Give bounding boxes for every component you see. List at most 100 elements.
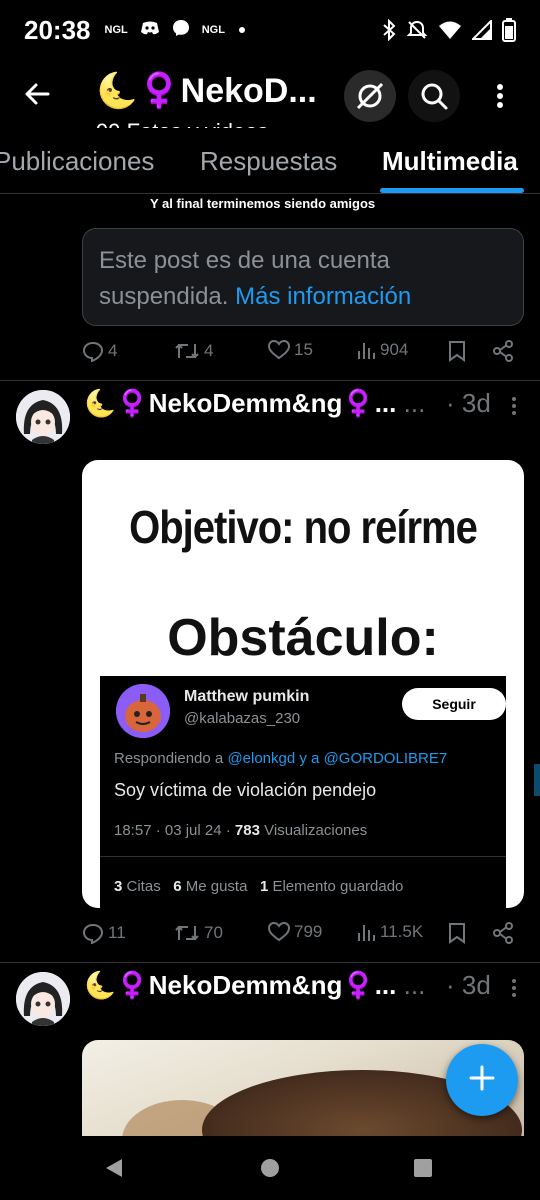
reply-button[interactable]: 11 [82, 922, 126, 944]
reply-icon [82, 922, 104, 944]
reply-user-1: @elonkgd [227, 750, 296, 767]
signal-icon [472, 20, 492, 40]
embedded-tweet-screenshot: Matthew pumkin @kalabazas_230 Seguir Res… [100, 676, 506, 908]
reply-mid: y a [299, 750, 320, 767]
reply-count: 4 [108, 341, 118, 360]
like-count: 15 [294, 340, 313, 359]
tweet-separator [100, 856, 506, 857]
quotes-label: Citas [126, 878, 161, 895]
more-options-icon[interactable] [474, 70, 526, 122]
repost-button[interactable]: 70 [174, 922, 223, 944]
status-right-icons [382, 18, 516, 42]
views-button[interactable]: 904 [356, 340, 408, 360]
android-nav-bar [0, 1136, 540, 1200]
more-notifications-dot [238, 27, 245, 33]
likes-count: 6 [173, 878, 182, 895]
repost-count: 70 [204, 923, 223, 942]
share-icon[interactable] [492, 340, 514, 362]
reply-user-2: @GORDOLIBRE7 [323, 750, 448, 767]
post-more-icon[interactable] [504, 396, 524, 426]
saved-count: 1 [259, 878, 269, 895]
views-count: 11.5K [380, 922, 424, 941]
back-arrow-icon[interactable] [20, 76, 56, 112]
status-bar: 20:38 NGL NGL [0, 0, 540, 60]
tab-multimedia[interactable]: Multimedia [382, 146, 518, 177]
tab-respuestas[interactable]: Respuestas [200, 146, 337, 177]
repost-icon [174, 922, 200, 944]
tweet-avatar [116, 684, 170, 738]
tweet-text: Soy víctima de violación pendejo [114, 780, 377, 800]
meme-line-obstaculo: Obstáculo: [167, 609, 439, 667]
repost-button[interactable]: 4 [174, 340, 213, 362]
plus-icon [468, 1064, 496, 1097]
likes-label: Me gusta [185, 878, 248, 895]
views-button[interactable]: 11.5K [356, 922, 423, 942]
media-count-subtitle: 99 Fotos y videos [96, 120, 326, 129]
post2-actions: 11 70 799 11.5K [82, 918, 522, 952]
tweet-meta: 18:57 · 03 jul 24 · 783 Visualizaciones [114, 822, 367, 839]
views-count: 904 [380, 340, 409, 359]
grok-button[interactable] [344, 70, 396, 122]
post-more-icon[interactable] [504, 978, 524, 1008]
bluetooth-icon [382, 19, 396, 41]
post-author[interactable]: 🌜♀️NekoDemm&ng♀️... ... [84, 388, 425, 419]
post-divider [0, 962, 540, 963]
post-author[interactable]: 🌜♀️NekoDemm&ng♀️... ... [84, 970, 425, 1001]
ngl-notification-icon: NGL [104, 24, 128, 36]
nav-back-icon[interactable] [104, 1158, 124, 1183]
nav-home-icon[interactable] [260, 1158, 280, 1183]
scroll-indicator [534, 764, 540, 796]
like-count: 799 [294, 922, 323, 941]
discord-notification-icon [140, 20, 160, 41]
post-divider [0, 380, 540, 381]
bookmark-icon[interactable] [448, 340, 466, 362]
heart-icon [268, 922, 290, 942]
repost-icon [174, 340, 200, 362]
views-icon [356, 922, 376, 942]
reply-prefix: Respondiendo a [114, 750, 224, 767]
header-title-block: 🌜♀️NekoD... 99 Fotos y videos [96, 68, 326, 128]
saved-label: Elemento guardado [272, 878, 404, 895]
quotes-count: 3 [114, 878, 123, 895]
avatar[interactable] [16, 972, 70, 1026]
more-info-link[interactable]: Más información [235, 283, 411, 310]
search-icon[interactable] [408, 70, 460, 122]
dnd-off-icon [406, 19, 428, 41]
ngl-notification-icon-2: NGL [201, 24, 225, 36]
views-icon [356, 340, 376, 360]
bookmark-icon[interactable] [448, 922, 466, 944]
reply-count: 11 [108, 923, 126, 942]
share-icon[interactable] [492, 922, 514, 944]
like-button[interactable]: 799 [268, 922, 322, 942]
tweet-author-handle: @kalabazas_230 [184, 710, 301, 727]
repost-count: 4 [204, 341, 214, 360]
author-name: 🌜♀️NekoDemm&ng♀️... [84, 970, 397, 1000]
post-time: · 3d [446, 970, 491, 1000]
tweet-stats: 3 Citas 6 Me gusta 1 Elemento guardado [114, 878, 403, 895]
meme-line-objetivo: Objetivo: no reírme [129, 502, 478, 554]
messenger-notification-icon [172, 19, 190, 42]
media-caption: Y al final terminemos siendo amigos [150, 196, 376, 211]
reply-icon [82, 340, 104, 362]
avatar[interactable] [16, 390, 70, 444]
battery-icon [502, 18, 516, 42]
author-ellipsis: ... [403, 970, 426, 1000]
tweet-author-name: Matthew pumkin [184, 688, 310, 705]
tweet-replying-to: Respondiendo a @elonkgd y a @GORDOLIBRE7 [114, 750, 447, 767]
like-button[interactable]: 15 [268, 340, 313, 360]
tweet-views-count: 783 [234, 822, 260, 839]
tab-publicaciones[interactable]: Publicaciones [0, 146, 154, 177]
post1-actions: 4 4 15 904 [82, 336, 522, 370]
author-name: 🌜♀️NekoDemm&ng♀️... [84, 388, 397, 418]
author-ellipsis: ... [403, 388, 426, 418]
post-time: · 3d [446, 388, 491, 418]
tweet-date: 18:57 · 03 jul 24 · [114, 822, 231, 839]
profile-name-title: 🌜♀️NekoD... [96, 72, 317, 110]
compose-post-button[interactable] [446, 1044, 518, 1116]
status-time: 20:38 [24, 14, 91, 45]
post-media-image[interactable]: Objetivo: no reírme Obstáculo: Matthew p… [82, 460, 524, 908]
nav-recents-icon[interactable] [413, 1158, 433, 1183]
reply-button[interactable]: 4 [82, 340, 117, 362]
tweet-views-label: Visualizaciones [264, 822, 368, 839]
profile-header: 🌜♀️NekoD... 99 Fotos y videos [0, 62, 540, 128]
